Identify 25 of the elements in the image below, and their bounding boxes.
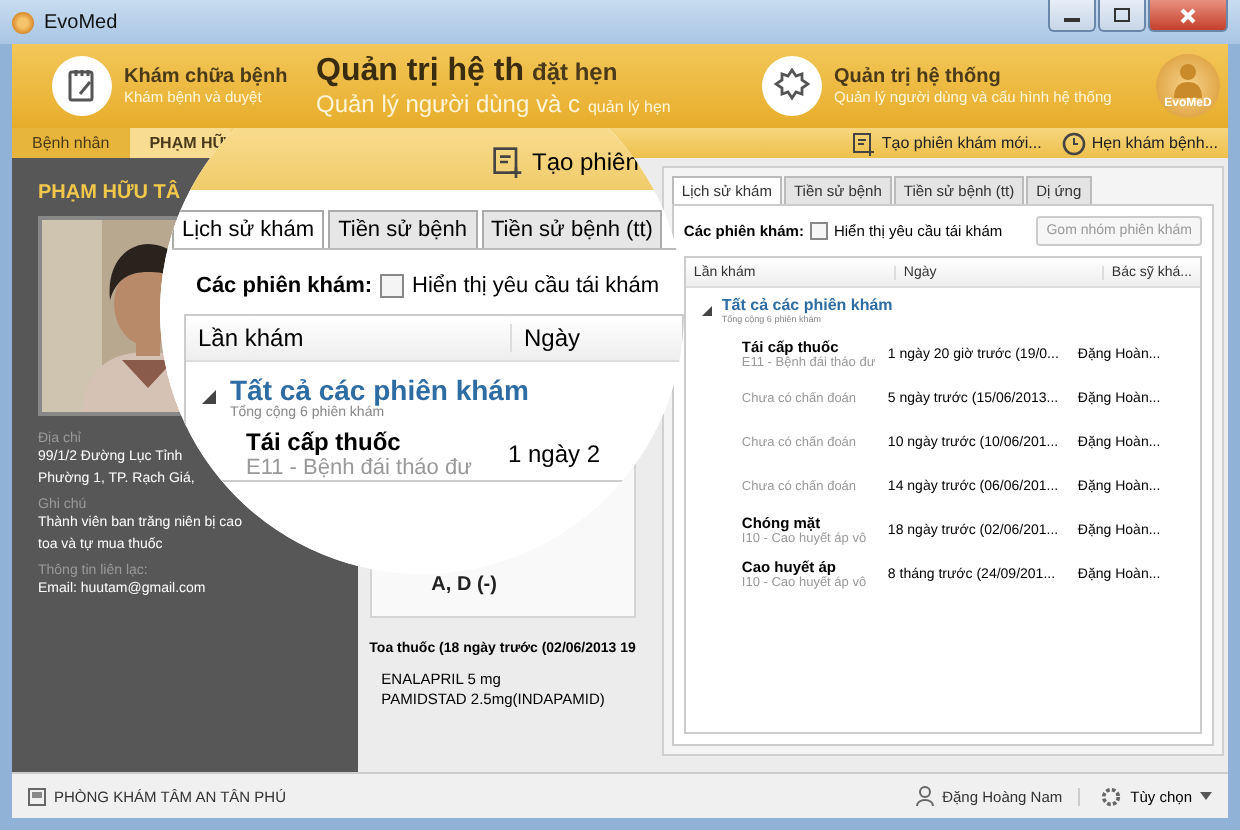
breadcrumb-item[interactable]: Bệnh nhân	[12, 128, 130, 158]
tab[interactable]: Tiền sử bệnh (tt)	[481, 210, 663, 248]
checkbox-label[interactable]: Hiển thị yêu cầu tái khám	[412, 274, 660, 298]
module-title[interactable]: Khám chữa bệnh	[124, 66, 288, 88]
tab[interactable]: Tiền sử bệnh	[328, 210, 477, 248]
tab[interactable]: Lịch sử khám	[172, 210, 325, 248]
group-title: Tất cả các phiên khám	[230, 374, 529, 406]
column-header[interactable]: Ngày	[512, 324, 593, 352]
diagnosis-text: A, D (-)	[431, 574, 497, 596]
module-subtitle: Quản lý người dùng và c	[316, 90, 580, 118]
module-title[interactable]: Quản trị hệ thống	[834, 66, 1112, 88]
create-session-button[interactable]: Tạo phiên	[492, 146, 639, 190]
group-title: Tất cả các phiên khám	[721, 296, 893, 314]
module-title: Quản trị hệ th	[316, 54, 524, 90]
toolbar-action[interactable]: Tạo phiên khám mới...	[841, 131, 1052, 155]
module-title[interactable]: đặt hẹn	[532, 58, 618, 86]
column-header[interactable]: Lần khám	[186, 324, 512, 352]
visit-title[interactable]: Tái cấp thuốc	[246, 428, 496, 456]
patient-name: PHẠM HỮU TÂ	[38, 182, 183, 204]
filter-label: Các phiên khám:	[196, 274, 373, 298]
toolbar-action[interactable]: Hẹn khám bệnh...	[1051, 131, 1228, 155]
visit-date: 1 ngày 2	[506, 440, 601, 468]
module-subtitle: quản lý hẹn	[587, 98, 671, 116]
visit-diagnosis: E11 - Bệnh đái tháo đư	[246, 456, 474, 480]
window-title: EvoMed	[44, 11, 118, 33]
